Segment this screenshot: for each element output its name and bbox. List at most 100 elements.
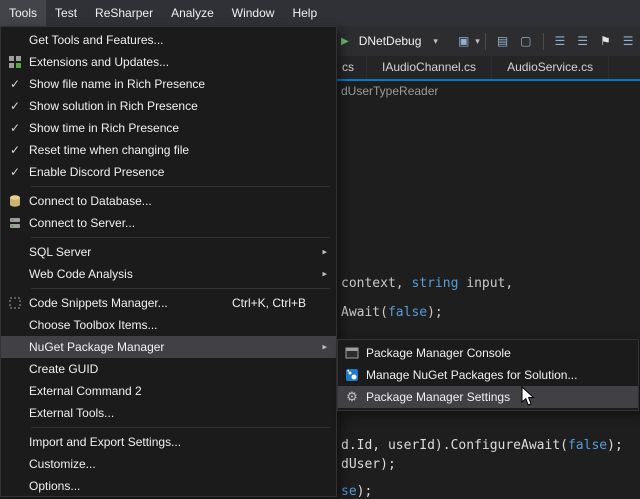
- menu-item-label: Get Tools and Features...: [29, 33, 164, 47]
- menubar-item-analyze[interactable]: Analyze: [162, 0, 223, 26]
- menu-item-label: Connect to Server...: [29, 216, 135, 230]
- menu-item-external-command-2[interactable]: External Command 2: [1, 380, 336, 402]
- submenu-arrow-icon: ▸: [322, 269, 327, 280]
- code-text: context,: [341, 276, 411, 291]
- attach-icon[interactable]: ▣: [458, 34, 469, 48]
- submenu-item-package-manager-settings[interactable]: ⚙ Package Manager Settings: [338, 386, 638, 408]
- snippets-icon: [1, 296, 29, 310]
- menu-item-label: Show time in Rich Presence: [29, 121, 179, 135]
- gear-icon: ⚙: [338, 389, 366, 405]
- menubar-item-window[interactable]: Window: [223, 0, 284, 26]
- code-text: d.Id, userId).ConfigureAwait(: [341, 438, 568, 453]
- menu-separator: [31, 427, 330, 428]
- menu-bar: Tools Test ReSharper Analyze Window Help: [0, 0, 640, 26]
- menu-item-import-export-settings[interactable]: Import and Export Settings...: [1, 431, 336, 453]
- code-keyword: string: [411, 276, 458, 291]
- menubar-item-tools[interactable]: Tools: [0, 0, 46, 26]
- menu-item-create-guid[interactable]: Create GUID: [1, 358, 336, 380]
- menu-item-label: Choose Toolbox Items...: [29, 318, 158, 332]
- toolbar-separator: [485, 33, 486, 50]
- chevron-down-icon[interactable]: ▾: [475, 36, 480, 47]
- code-text: dUser);: [341, 457, 396, 472]
- menu-item-get-tools-and-features[interactable]: Get Tools and Features...: [1, 29, 336, 51]
- checkmark-icon: ✓: [1, 77, 29, 91]
- menu-item-customize[interactable]: Customize...: [1, 453, 336, 475]
- submenu-arrow-icon: ▸: [322, 247, 327, 258]
- code-text: input,: [458, 276, 513, 291]
- menubar-item-test[interactable]: Test: [46, 0, 86, 26]
- menu-item-extensions-and-updates[interactable]: Extensions and Updates...: [1, 51, 336, 73]
- menu-item-label: Code Snippets Manager...: [29, 296, 168, 310]
- tab-cs[interactable]: cs: [338, 56, 367, 79]
- menu-item-connect-server[interactable]: Connect to Server...: [1, 212, 336, 234]
- editor-code-line: context, string input,: [341, 276, 513, 291]
- console-icon: [338, 346, 366, 360]
- menu-lines-icon[interactable]: ☰: [623, 34, 634, 48]
- menu-item-label: Reset time when changing file: [29, 143, 189, 157]
- nuget-icon: [338, 368, 366, 382]
- menu-item-label: NuGet Package Manager: [29, 340, 164, 354]
- menu-separator: [31, 237, 330, 238]
- menu-item-options[interactable]: Options...: [1, 475, 336, 497]
- menubar-item-resharper[interactable]: ReSharper: [86, 0, 162, 26]
- menu-item-connect-database[interactable]: Connect to Database...: [1, 190, 336, 212]
- menu-item-label: Import and Export Settings...: [29, 435, 181, 449]
- mouse-cursor: [521, 386, 535, 412]
- checkmark-icon: ✓: [1, 121, 29, 135]
- submenu-arrow-icon: ▸: [322, 342, 327, 353]
- code-text: Await(: [341, 305, 388, 320]
- nuget-submenu: Package Manager Console Manage NuGet Pac…: [337, 339, 639, 411]
- breadcrumb-text: dUserTypeReader: [341, 84, 438, 98]
- chevron-down-icon: ▾: [433, 36, 438, 47]
- tab-iaudiochannel[interactable]: IAudioChannel.cs: [367, 56, 492, 79]
- menu-item-reset-time[interactable]: ✓ Reset time when changing file: [1, 139, 336, 161]
- menu-item-show-solution[interactable]: ✓ Show solution in Rich Presence: [1, 95, 336, 117]
- export-icon[interactable]: ▤: [497, 34, 508, 48]
- submenu-item-package-manager-console[interactable]: Package Manager Console: [338, 342, 638, 364]
- server-icon: [1, 216, 29, 230]
- menu-item-nuget-package-manager[interactable]: NuGet Package Manager ▸: [1, 336, 336, 358]
- menu-item-label: Create GUID: [29, 362, 98, 376]
- list-icon[interactable]: ☰: [555, 34, 566, 48]
- menu-item-choose-toolbox-items[interactable]: Choose Toolbox Items...: [1, 314, 336, 336]
- menu-item-label: Enable Discord Presence: [29, 165, 164, 179]
- window-icon[interactable]: ▢: [520, 34, 531, 48]
- code-keyword: false: [568, 438, 607, 453]
- menu-item-show-file-name[interactable]: ✓ Show file name in Rich Presence: [1, 73, 336, 95]
- start-debug-icon[interactable]: ▶: [341, 36, 349, 47]
- submenu-item-label: Package Manager Console: [366, 346, 511, 360]
- database-icon: [1, 194, 29, 208]
- submenu-item-manage-nuget-packages[interactable]: Manage NuGet Packages for Solution...: [338, 364, 638, 386]
- menu-item-label: Web Code Analysis: [29, 267, 133, 281]
- solution-config-select[interactable]: DNetDebug ▾: [355, 32, 442, 50]
- menu-separator: [31, 288, 330, 289]
- extensions-icon: [1, 55, 29, 69]
- menu-item-enable-discord[interactable]: ✓ Enable Discord Presence: [1, 161, 336, 183]
- editor-code-line: Await(false);: [341, 305, 443, 320]
- menu-item-show-time[interactable]: ✓ Show time in Rich Presence: [1, 117, 336, 139]
- menu-item-code-snippets-manager[interactable]: Code Snippets Manager... Ctrl+K, Ctrl+B: [1, 292, 336, 314]
- menu-separator: [31, 186, 330, 187]
- code-text: );: [427, 305, 443, 320]
- tools-menu: Get Tools and Features... Extensions and…: [0, 26, 337, 497]
- menu-item-label: Options...: [29, 479, 80, 493]
- menu-item-shortcut: Ctrl+K, Ctrl+B: [232, 296, 306, 310]
- tab-audioservice[interactable]: AudioService.cs: [492, 56, 609, 79]
- menu-item-label: Customize...: [29, 457, 96, 471]
- menu-item-label: Show solution in Rich Presence: [29, 99, 198, 113]
- editor-code-line: d.Id, userId).ConfigureAwait(false);: [341, 438, 623, 453]
- menu-item-label: External Command 2: [29, 384, 142, 398]
- menu-item-external-tools[interactable]: External Tools...: [1, 402, 336, 424]
- menubar-item-help[interactable]: Help: [283, 0, 326, 26]
- submenu-item-label: Package Manager Settings: [366, 390, 510, 404]
- list-icon-2[interactable]: ☰: [577, 34, 588, 48]
- menu-item-label: Show file name in Rich Presence: [29, 77, 205, 91]
- menu-item-web-code-analysis[interactable]: Web Code Analysis ▸: [1, 263, 336, 285]
- menu-item-label: Extensions and Updates...: [29, 55, 169, 69]
- toolbar-separator: [543, 33, 544, 50]
- solution-config-value: DNetDebug: [359, 34, 422, 48]
- menu-item-sql-server[interactable]: SQL Server ▸: [1, 241, 336, 263]
- menu-item-label: External Tools...: [29, 406, 114, 420]
- code-text: );: [607, 438, 623, 453]
- bookmark-icon[interactable]: ⚑: [600, 34, 611, 48]
